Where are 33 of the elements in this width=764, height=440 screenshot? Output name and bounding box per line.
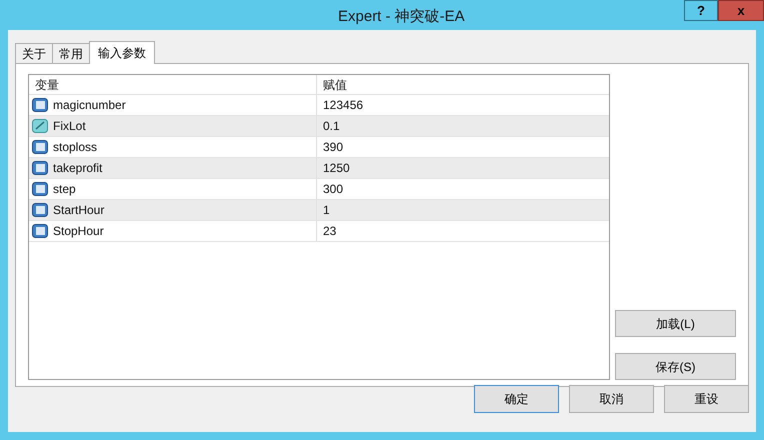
dialog-button[interactable]: 取消: [569, 385, 654, 413]
tab[interactable]: 关于: [15, 43, 53, 63]
parameter-name: StartHour: [53, 202, 104, 219]
parameter-value[interactable]: 123456: [323, 96, 364, 114]
parameter-value[interactable]: 300: [323, 180, 344, 198]
integer-icon: [32, 224, 48, 238]
integer-icon: [32, 140, 48, 154]
parameter-name: magicnumber: [53, 97, 126, 114]
parameter-value[interactable]: 1250: [323, 159, 350, 177]
parameter-value[interactable]: 0.1: [323, 117, 340, 135]
parameter-name: step: [53, 181, 76, 198]
integer-icon: [32, 203, 48, 217]
close-button[interactable]: x: [718, 0, 764, 21]
parameter-name: stoploss: [53, 139, 98, 156]
tab[interactable]: 输入参数: [89, 41, 155, 64]
dialog-button[interactable]: 确定: [474, 385, 559, 413]
integer-icon: [32, 161, 48, 175]
help-button[interactable]: ?: [684, 0, 718, 21]
parameter-name: StopHour: [53, 223, 104, 240]
parameter-value[interactable]: 390: [323, 138, 344, 156]
integer-icon: [32, 182, 48, 196]
integer-icon: [32, 98, 48, 112]
window-title: Expert - 神突破-EA: [338, 7, 465, 27]
parameter-value[interactable]: 23: [323, 222, 336, 240]
fraction-icon: [32, 119, 48, 133]
dialog-button[interactable]: 重设: [664, 385, 749, 413]
parameter-name: takeprofit: [53, 160, 102, 177]
column-header[interactable]: 赋值: [317, 75, 609, 94]
parameter-value[interactable]: 1: [323, 201, 330, 219]
column-header[interactable]: 变量: [29, 75, 317, 94]
parameter-name: FixLot: [53, 118, 86, 135]
dialog-button[interactable]: 保存(S): [615, 353, 736, 380]
dialog-button[interactable]: 加载(L): [615, 310, 736, 337]
